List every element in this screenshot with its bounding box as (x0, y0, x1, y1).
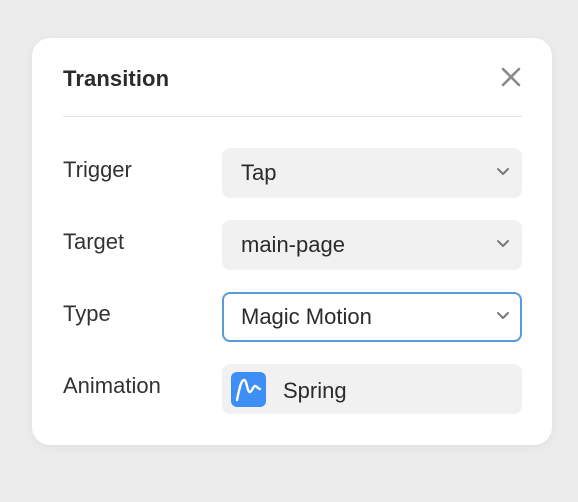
panel-title: Transition (63, 66, 170, 91)
trigger-label: Trigger (63, 157, 132, 182)
panel-header: Transition (63, 64, 522, 117)
type-row: Type Magic Motion (63, 292, 522, 342)
type-label: Type (63, 301, 111, 326)
type-value: Magic Motion (241, 304, 372, 329)
trigger-select[interactable]: Tap (222, 148, 522, 198)
animation-value: Spring (283, 378, 347, 403)
close-icon (501, 67, 521, 87)
chevron-down-icon (497, 312, 509, 319)
chevron-down-icon (497, 168, 509, 175)
chevron-down-icon (497, 240, 509, 247)
animation-row: Animation Spring (63, 364, 522, 414)
type-select[interactable]: Magic Motion (222, 292, 522, 342)
target-label: Target (63, 229, 125, 254)
animation-field[interactable]: Spring (222, 364, 522, 414)
animation-label: Animation (63, 373, 161, 398)
trigger-row: Trigger Tap (63, 148, 522, 198)
target-value: main-page (241, 232, 345, 257)
spring-curve-icon (231, 372, 266, 407)
transition-panel: Transition Trigger Tap Target main-page … (32, 38, 552, 445)
close-button[interactable] (500, 66, 522, 88)
target-select[interactable]: main-page (222, 220, 522, 270)
trigger-value: Tap (241, 160, 277, 185)
target-row: Target main-page (63, 220, 522, 270)
